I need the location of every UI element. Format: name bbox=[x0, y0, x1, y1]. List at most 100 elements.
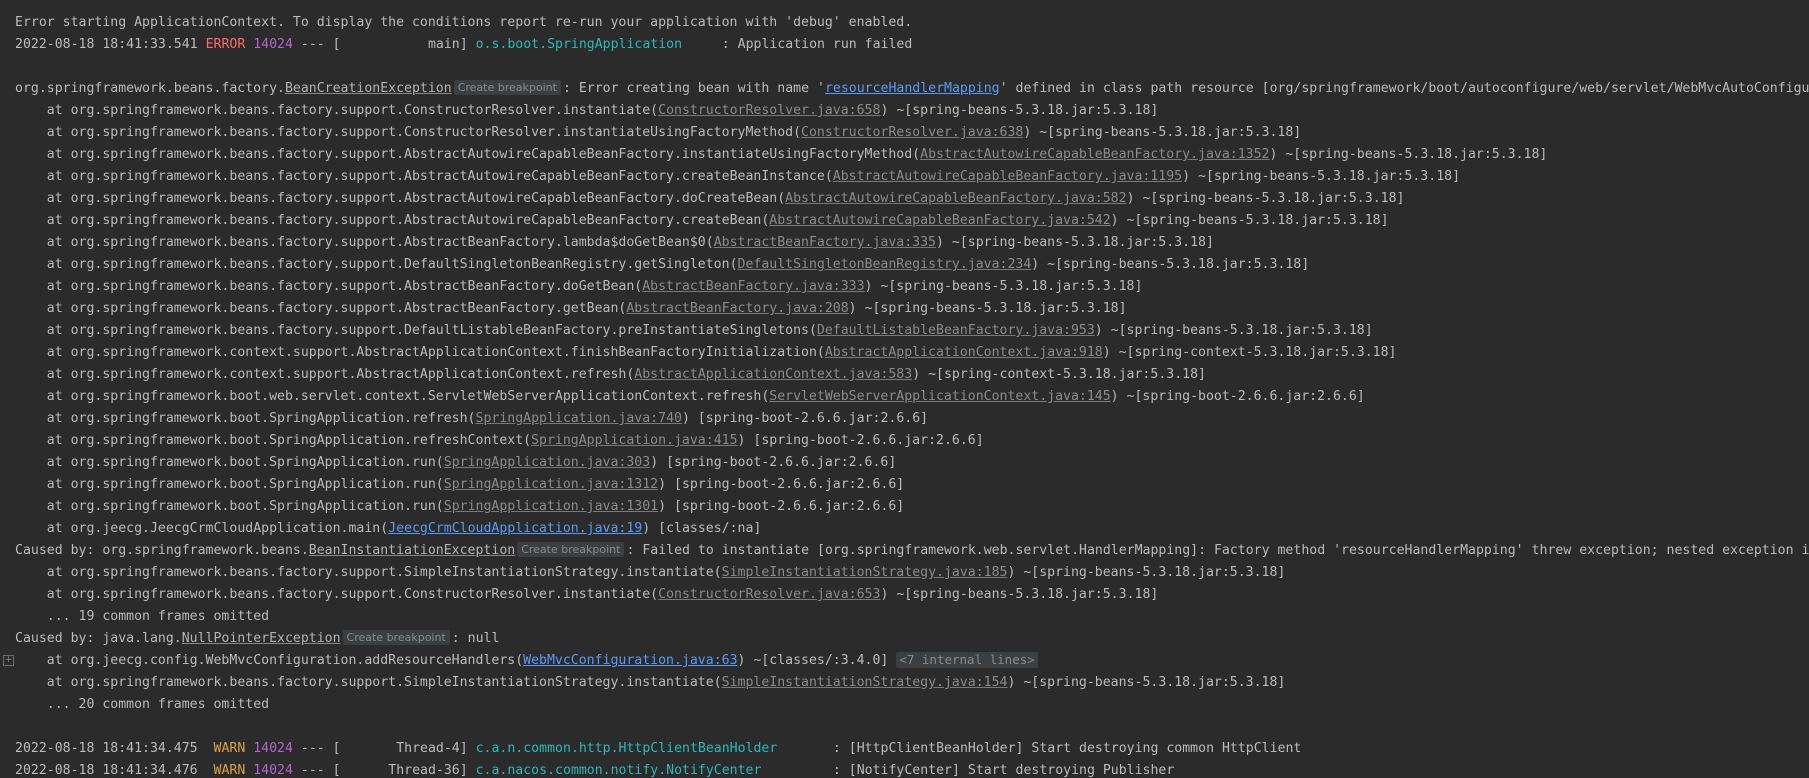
line-text: Error starting ApplicationContext. To di… bbox=[15, 15, 913, 30]
frame-method: at org.springframework.boot.SpringApplic… bbox=[46, 433, 532, 448]
log-message: : Application run failed bbox=[721, 37, 913, 52]
source-link[interactable]: AbstractBeanFactory.java:208 bbox=[626, 301, 848, 316]
frame-jar: ) ~[spring-beans-5.3.18.jar:5.3.18] bbox=[1110, 213, 1389, 228]
source-link[interactable]: SpringApplication.java:303 bbox=[444, 455, 650, 470]
frame-jar: ) ~[spring-beans-5.3.18.jar:5.3.18] bbox=[936, 235, 1214, 250]
stack-frame: at org.springframework.context.support.A… bbox=[0, 342, 1809, 364]
log-pid: 14024 bbox=[253, 37, 293, 52]
frame-jar: ) ~[classes/:3.4.0] bbox=[737, 653, 897, 668]
log-line: 2022-08-18 18:41:34.475 WARN 14024 --- [… bbox=[0, 738, 1809, 760]
internal-lines-toggle[interactable]: <7 internal lines> bbox=[896, 652, 1038, 668]
stack-frame: at org.springframework.boot.SpringApplic… bbox=[0, 474, 1809, 496]
frame-method: at org.springframework.beans.factory.sup… bbox=[46, 323, 817, 338]
stack-frame: at org.jeecg.JeecgCrmCloudApplication.ma… bbox=[0, 518, 1809, 540]
source-link[interactable]: SpringApplication.java:1312 bbox=[444, 477, 658, 492]
log-pid: 14024 bbox=[253, 763, 293, 778]
log-message: : [NotifyCenter] Start destroying Publis… bbox=[832, 763, 1175, 778]
source-link[interactable]: ConstructorResolver.java:638 bbox=[801, 125, 1023, 140]
log-logger: c.a.n.common.http.HttpClientBeanHolder bbox=[475, 741, 794, 756]
frame-method: at org.springframework.beans.factory.sup… bbox=[46, 125, 802, 140]
source-link[interactable]: AbstractAutowireCapableBeanFactory.java:… bbox=[769, 213, 1110, 228]
stack-frame: at org.springframework.boot.SpringApplic… bbox=[0, 496, 1809, 518]
stack-frame: at org.springframework.beans.factory.sup… bbox=[0, 672, 1809, 694]
exception-line: org.springframework.beans.factory.BeanCr… bbox=[0, 78, 1809, 100]
source-link[interactable]: ConstructorResolver.java:658 bbox=[658, 103, 880, 118]
stack-frame: at org.springframework.beans.factory.sup… bbox=[0, 584, 1809, 606]
source-link[interactable]: SpringApplication.java:740 bbox=[476, 411, 682, 426]
frame-method: at org.jeecg.JeecgCrmCloudApplication.ma… bbox=[46, 521, 389, 536]
frame-jar: ) ~[spring-context-5.3.18.jar:5.3.18] bbox=[912, 367, 1206, 382]
console-line: Error starting ApplicationContext. To di… bbox=[0, 12, 1809, 34]
frame-method: at org.springframework.beans.factory.sup… bbox=[46, 103, 659, 118]
omitted-frames: ... 19 common frames omitted bbox=[0, 606, 1809, 628]
omitted-text: ... 20 common frames omitted bbox=[46, 697, 270, 712]
frame-jar: ) ~[spring-context-5.3.18.jar:5.3.18] bbox=[1102, 345, 1397, 360]
stack-frame: at org.springframework.boot.web.servlet.… bbox=[0, 386, 1809, 408]
source-link[interactable]: SpringApplication.java:415 bbox=[531, 433, 737, 448]
log-line: 2022-08-18 18:41:33.541 ERROR 14024 --- … bbox=[0, 34, 1809, 56]
source-link[interactable]: AbstractBeanFactory.java:333 bbox=[642, 279, 864, 294]
bean-name-link[interactable]: resourceHandlerMapping bbox=[825, 81, 1000, 96]
log-thread: [ main] bbox=[332, 37, 468, 52]
source-link[interactable]: JeecgCrmCloudApplication.java:19 bbox=[388, 521, 642, 536]
caused-by-package: Caused by: org.springframework.beans. bbox=[15, 543, 309, 558]
stack-frame: at org.springframework.boot.SpringApplic… bbox=[0, 430, 1809, 452]
source-link[interactable]: SpringApplication.java:1301 bbox=[444, 499, 658, 514]
log-line: 2022-08-18 18:41:34.476 WARN 14024 --- [… bbox=[0, 760, 1809, 778]
log-thread: [ Thread-36] bbox=[332, 763, 468, 778]
exception-class-link[interactable]: BeanCreationException bbox=[285, 81, 452, 96]
stack-frame: at org.springframework.beans.factory.sup… bbox=[0, 188, 1809, 210]
source-link[interactable]: SimpleInstantiationStrategy.java:185 bbox=[722, 565, 1008, 580]
exception-class-link[interactable]: NullPointerException bbox=[182, 631, 341, 646]
frame-jar: ) ~[spring-boot-2.6.6.jar:2.6.6] bbox=[1110, 389, 1365, 404]
stack-frame: at org.springframework.beans.factory.sup… bbox=[0, 276, 1809, 298]
log-level: WARN bbox=[205, 741, 246, 756]
source-link[interactable]: AbstractBeanFactory.java:335 bbox=[714, 235, 936, 250]
create-breakpoint-button[interactable]: Create breakpoint bbox=[517, 542, 625, 557]
source-link[interactable]: AbstractAutowireCapableBeanFactory.java:… bbox=[785, 191, 1126, 206]
frame-method: at org.springframework.beans.factory.sup… bbox=[46, 169, 833, 184]
source-link[interactable]: AbstractAutowireCapableBeanFactory.java:… bbox=[920, 147, 1269, 162]
frame-jar: ) ~[spring-beans-5.3.18.jar:5.3.18] bbox=[1182, 169, 1461, 184]
source-link[interactable]: DefaultListableBeanFactory.java:953 bbox=[817, 323, 1095, 338]
frame-method: at org.springframework.beans.factory.sup… bbox=[46, 235, 714, 250]
frame-method: at org.springframework.beans.factory.sup… bbox=[46, 147, 921, 162]
source-link[interactable]: AbstractApplicationContext.java:583 bbox=[634, 367, 912, 382]
log-timestamp: 2022-08-18 18:41:33.541 bbox=[15, 37, 198, 52]
stack-frame: at org.springframework.beans.factory.sup… bbox=[0, 232, 1809, 254]
stack-frame: + at org.jeecg.config.WebMvcConfiguratio… bbox=[0, 650, 1809, 672]
exception-message-end: ' defined in class path resource [org/sp… bbox=[999, 81, 1809, 96]
expand-icon[interactable]: + bbox=[3, 655, 14, 666]
source-link[interactable]: ConstructorResolver.java:653 bbox=[658, 587, 880, 602]
stack-frame: at org.springframework.beans.factory.sup… bbox=[0, 298, 1809, 320]
run-console[interactable]: Error starting ApplicationContext. To di… bbox=[0, 12, 1809, 778]
source-link[interactable]: WebMvcConfiguration.java:63 bbox=[523, 653, 737, 668]
stack-frame: at org.springframework.beans.factory.sup… bbox=[0, 166, 1809, 188]
stack-frame: at org.springframework.beans.factory.sup… bbox=[0, 100, 1809, 122]
log-thread: [ Thread-4] bbox=[332, 741, 468, 756]
exception-message: : null bbox=[451, 631, 500, 646]
frame-method: at org.springframework.boot.SpringApplic… bbox=[46, 477, 444, 492]
log-separator: --- bbox=[300, 763, 325, 778]
frame-jar: ) ~[spring-beans-5.3.18.jar:5.3.18] bbox=[880, 103, 1159, 118]
source-link[interactable]: AbstractAutowireCapableBeanFactory.java:… bbox=[833, 169, 1182, 184]
create-breakpoint-button[interactable]: Create breakpoint bbox=[453, 80, 561, 95]
frame-jar: ) [spring-boot-2.6.6.jar:2.6.6] bbox=[658, 477, 905, 492]
frame-method: at org.springframework.beans.factory.sup… bbox=[46, 191, 786, 206]
create-breakpoint-button[interactable]: Create breakpoint bbox=[342, 630, 450, 645]
stack-frame: at org.springframework.beans.factory.sup… bbox=[0, 210, 1809, 232]
frame-method: at org.springframework.beans.factory.sup… bbox=[46, 565, 722, 580]
source-link[interactable]: SimpleInstantiationStrategy.java:154 bbox=[722, 675, 1008, 690]
source-link[interactable]: DefaultSingletonBeanRegistry.java:234 bbox=[738, 257, 1032, 272]
source-link[interactable]: AbstractApplicationContext.java:918 bbox=[825, 345, 1103, 360]
frame-method: at org.springframework.context.support.A… bbox=[46, 345, 825, 360]
frame-jar: ) ~[spring-beans-5.3.18.jar:5.3.18] bbox=[1007, 675, 1286, 690]
exception-class-link[interactable]: BeanInstantiationException bbox=[309, 543, 515, 558]
stack-frame: at org.springframework.beans.factory.sup… bbox=[0, 144, 1809, 166]
frame-method: at org.springframework.beans.factory.sup… bbox=[46, 257, 738, 272]
frame-method: at org.springframework.boot.SpringApplic… bbox=[46, 411, 476, 426]
stack-frame: at org.springframework.boot.SpringApplic… bbox=[0, 452, 1809, 474]
frame-jar: ) ~[spring-beans-5.3.18.jar:5.3.18] bbox=[1126, 191, 1405, 206]
source-link[interactable]: ServletWebServerApplicationContext.java:… bbox=[769, 389, 1110, 404]
